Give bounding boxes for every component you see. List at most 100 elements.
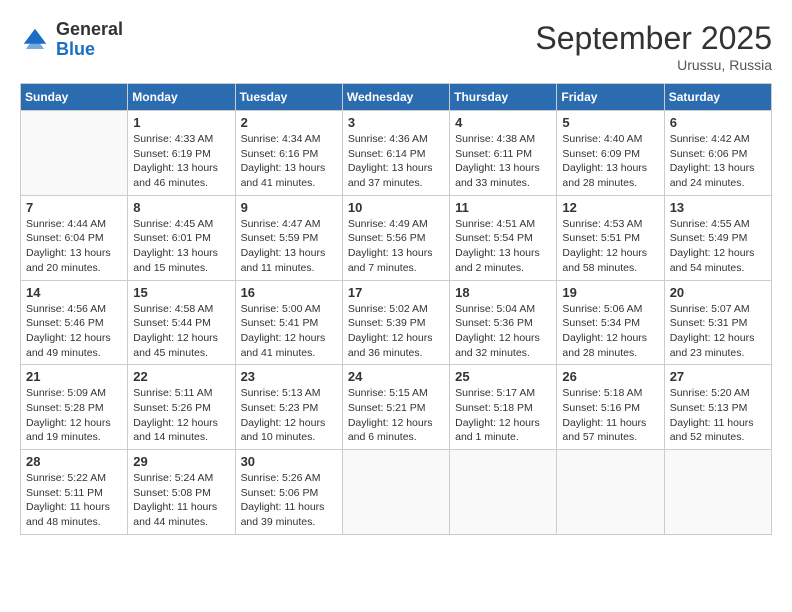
calendar-cell: 14 Sunrise: 4:56 AM Sunset: 5:46 PM Dayli… (21, 280, 128, 365)
day-info: Sunrise: 5:11 AM Sunset: 5:26 PM Dayligh… (133, 386, 229, 445)
calendar-cell (342, 450, 449, 535)
calendar-cell: 25Sunrise: 5:17 AM Sunset: 5:18 PM Dayli… (450, 365, 557, 450)
calendar-cell: 13 Sunrise: 4:55 AM Sunset: 5:49 PM Dayli… (664, 195, 771, 280)
day-info: Sunrise: 5:09 AM Sunset: 5:28 PM Dayligh… (26, 386, 122, 445)
calendar-cell (664, 450, 771, 535)
weekday-friday: Friday (557, 84, 664, 111)
day-number: 8 (133, 200, 229, 215)
calendar-cell: 5 Sunrise: 4:40 AM Sunset: 6:09 PM Daylig… (557, 111, 664, 196)
calendar-week-1: 1 Sunrise: 4:33 AM Sunset: 6:19 PM Daylig… (21, 111, 772, 196)
day-number: 30 (241, 454, 337, 469)
calendar-cell: 4Sunrise: 4:38 AM Sunset: 6:11 PM Daylig… (450, 111, 557, 196)
day-info: Sunrise: 4:42 AM Sunset: 6:06 PM Dayligh… (670, 132, 766, 191)
day-number: 29 (133, 454, 229, 469)
calendar-cell: 3Sunrise: 4:36 AM Sunset: 6:14 PM Daylig… (342, 111, 449, 196)
day-info: Sunrise: 5:07 AM Sunset: 5:31 PM Dayligh… (670, 302, 766, 361)
day-number: 23 (241, 369, 337, 384)
calendar-cell: 22Sunrise: 5:11 AM Sunset: 5:26 PM Dayli… (128, 365, 235, 450)
day-info: Sunrise: 5:17 AM Sunset: 5:18 PM Dayligh… (455, 386, 551, 445)
day-info: Sunrise: 5:18 AM Sunset: 5:16 PM Dayligh… (562, 386, 658, 445)
day-info: Sunrise: 4:45 AM Sunset: 6:01 PM Dayligh… (133, 217, 229, 276)
day-number: 9 (241, 200, 337, 215)
day-number: 5 (562, 115, 658, 130)
calendar-body: 1 Sunrise: 4:33 AM Sunset: 6:19 PM Daylig… (21, 111, 772, 535)
day-info: Sunrise: 4:40 AM Sunset: 6:09 PM Dayligh… (562, 132, 658, 191)
calendar-week-5: 28 Sunrise: 5:22 AM Sunset: 5:11 PM Dayli… (21, 450, 772, 535)
day-number: 28 (26, 454, 122, 469)
calendar-cell: 29 Sunrise: 5:24 AM Sunset: 5:08 PM Dayli… (128, 450, 235, 535)
calendar-table: SundayMondayTuesdayWednesdayThursdayFrid… (20, 83, 772, 535)
calendar-cell: 1 Sunrise: 4:33 AM Sunset: 6:19 PM Daylig… (128, 111, 235, 196)
day-info: Sunrise: 5:26 AM Sunset: 5:06 PM Dayligh… (241, 471, 337, 530)
day-number: 19 (562, 285, 658, 300)
day-info: Sunrise: 4:55 AM Sunset: 5:49 PM Dayligh… (670, 217, 766, 276)
day-number: 1 (133, 115, 229, 130)
calendar-cell (557, 450, 664, 535)
day-info: Sunrise: 4:53 AM Sunset: 5:51 PM Dayligh… (562, 217, 658, 276)
calendar-cell: 9Sunrise: 4:47 AM Sunset: 5:59 PM Daylig… (235, 195, 342, 280)
calendar-cell: 21Sunrise: 5:09 AM Sunset: 5:28 PM Dayli… (21, 365, 128, 450)
calendar-week-2: 7 Sunrise: 4:44 AM Sunset: 6:04 PM Daylig… (21, 195, 772, 280)
day-info: Sunrise: 4:33 AM Sunset: 6:19 PM Dayligh… (133, 132, 229, 191)
day-info: Sunrise: 5:02 AM Sunset: 5:39 PM Dayligh… (348, 302, 444, 361)
logo: General Blue (20, 20, 123, 60)
page-header: General Blue September 2025 Urussu, Russ… (20, 20, 772, 73)
day-info: Sunrise: 4:49 AM Sunset: 5:56 PM Dayligh… (348, 217, 444, 276)
calendar-cell: 17 Sunrise: 5:02 AM Sunset: 5:39 PM Dayli… (342, 280, 449, 365)
day-info: Sunrise: 5:22 AM Sunset: 5:11 PM Dayligh… (26, 471, 122, 530)
calendar-cell (21, 111, 128, 196)
weekday-tuesday: Tuesday (235, 84, 342, 111)
weekday-thursday: Thursday (450, 84, 557, 111)
month-title: September 2025 (535, 20, 772, 57)
weekday-sunday: Sunday (21, 84, 128, 111)
weekday-monday: Monday (128, 84, 235, 111)
calendar-cell (450, 450, 557, 535)
day-number: 6 (670, 115, 766, 130)
calendar-week-4: 21Sunrise: 5:09 AM Sunset: 5:28 PM Dayli… (21, 365, 772, 450)
calendar-cell: 30 Sunrise: 5:26 AM Sunset: 5:06 PM Dayli… (235, 450, 342, 535)
day-number: 2 (241, 115, 337, 130)
calendar-cell: 24 Sunrise: 5:15 AM Sunset: 5:21 PM Dayli… (342, 365, 449, 450)
logo-icon (20, 25, 50, 55)
calendar-cell: 19 Sunrise: 5:06 AM Sunset: 5:34 PM Dayli… (557, 280, 664, 365)
calendar-cell: 10Sunrise: 4:49 AM Sunset: 5:56 PM Dayli… (342, 195, 449, 280)
day-info: Sunrise: 5:00 AM Sunset: 5:41 PM Dayligh… (241, 302, 337, 361)
day-number: 13 (670, 200, 766, 215)
day-info: Sunrise: 5:06 AM Sunset: 5:34 PM Dayligh… (562, 302, 658, 361)
day-info: Sunrise: 4:34 AM Sunset: 6:16 PM Dayligh… (241, 132, 337, 191)
calendar-cell: 18 Sunrise: 5:04 AM Sunset: 5:36 PM Dayli… (450, 280, 557, 365)
day-number: 15 (133, 285, 229, 300)
day-info: Sunrise: 5:20 AM Sunset: 5:13 PM Dayligh… (670, 386, 766, 445)
day-number: 24 (348, 369, 444, 384)
calendar-cell: 15 Sunrise: 4:58 AM Sunset: 5:44 PM Dayli… (128, 280, 235, 365)
day-info: Sunrise: 4:44 AM Sunset: 6:04 PM Dayligh… (26, 217, 122, 276)
calendar-cell: 7 Sunrise: 4:44 AM Sunset: 6:04 PM Daylig… (21, 195, 128, 280)
day-number: 3 (348, 115, 444, 130)
day-number: 11 (455, 200, 551, 215)
day-number: 27 (670, 369, 766, 384)
day-info: Sunrise: 5:15 AM Sunset: 5:21 PM Dayligh… (348, 386, 444, 445)
day-number: 12 (562, 200, 658, 215)
title-block: September 2025 Urussu, Russia (535, 20, 772, 73)
day-number: 18 (455, 285, 551, 300)
day-info: Sunrise: 5:04 AM Sunset: 5:36 PM Dayligh… (455, 302, 551, 361)
weekday-header-row: SundayMondayTuesdayWednesdayThursdayFrid… (21, 84, 772, 111)
day-info: Sunrise: 5:13 AM Sunset: 5:23 PM Dayligh… (241, 386, 337, 445)
day-info: Sunrise: 4:38 AM Sunset: 6:11 PM Dayligh… (455, 132, 551, 191)
day-info: Sunrise: 4:56 AM Sunset: 5:46 PM Dayligh… (26, 302, 122, 361)
calendar-cell: 8 Sunrise: 4:45 AM Sunset: 6:01 PM Daylig… (128, 195, 235, 280)
calendar-cell: 23 Sunrise: 5:13 AM Sunset: 5:23 PM Dayli… (235, 365, 342, 450)
calendar-cell: 12 Sunrise: 4:53 AM Sunset: 5:51 PM Dayli… (557, 195, 664, 280)
location: Urussu, Russia (535, 57, 772, 73)
calendar-cell: 20Sunrise: 5:07 AM Sunset: 5:31 PM Dayli… (664, 280, 771, 365)
day-info: Sunrise: 4:58 AM Sunset: 5:44 PM Dayligh… (133, 302, 229, 361)
weekday-wednesday: Wednesday (342, 84, 449, 111)
calendar-cell: 27 Sunrise: 5:20 AM Sunset: 5:13 PM Dayli… (664, 365, 771, 450)
day-number: 14 (26, 285, 122, 300)
day-number: 16 (241, 285, 337, 300)
calendar-cell: 2 Sunrise: 4:34 AM Sunset: 6:16 PM Daylig… (235, 111, 342, 196)
day-number: 17 (348, 285, 444, 300)
calendar-cell: 16 Sunrise: 5:00 AM Sunset: 5:41 PM Dayli… (235, 280, 342, 365)
day-info: Sunrise: 5:24 AM Sunset: 5:08 PM Dayligh… (133, 471, 229, 530)
day-number: 7 (26, 200, 122, 215)
